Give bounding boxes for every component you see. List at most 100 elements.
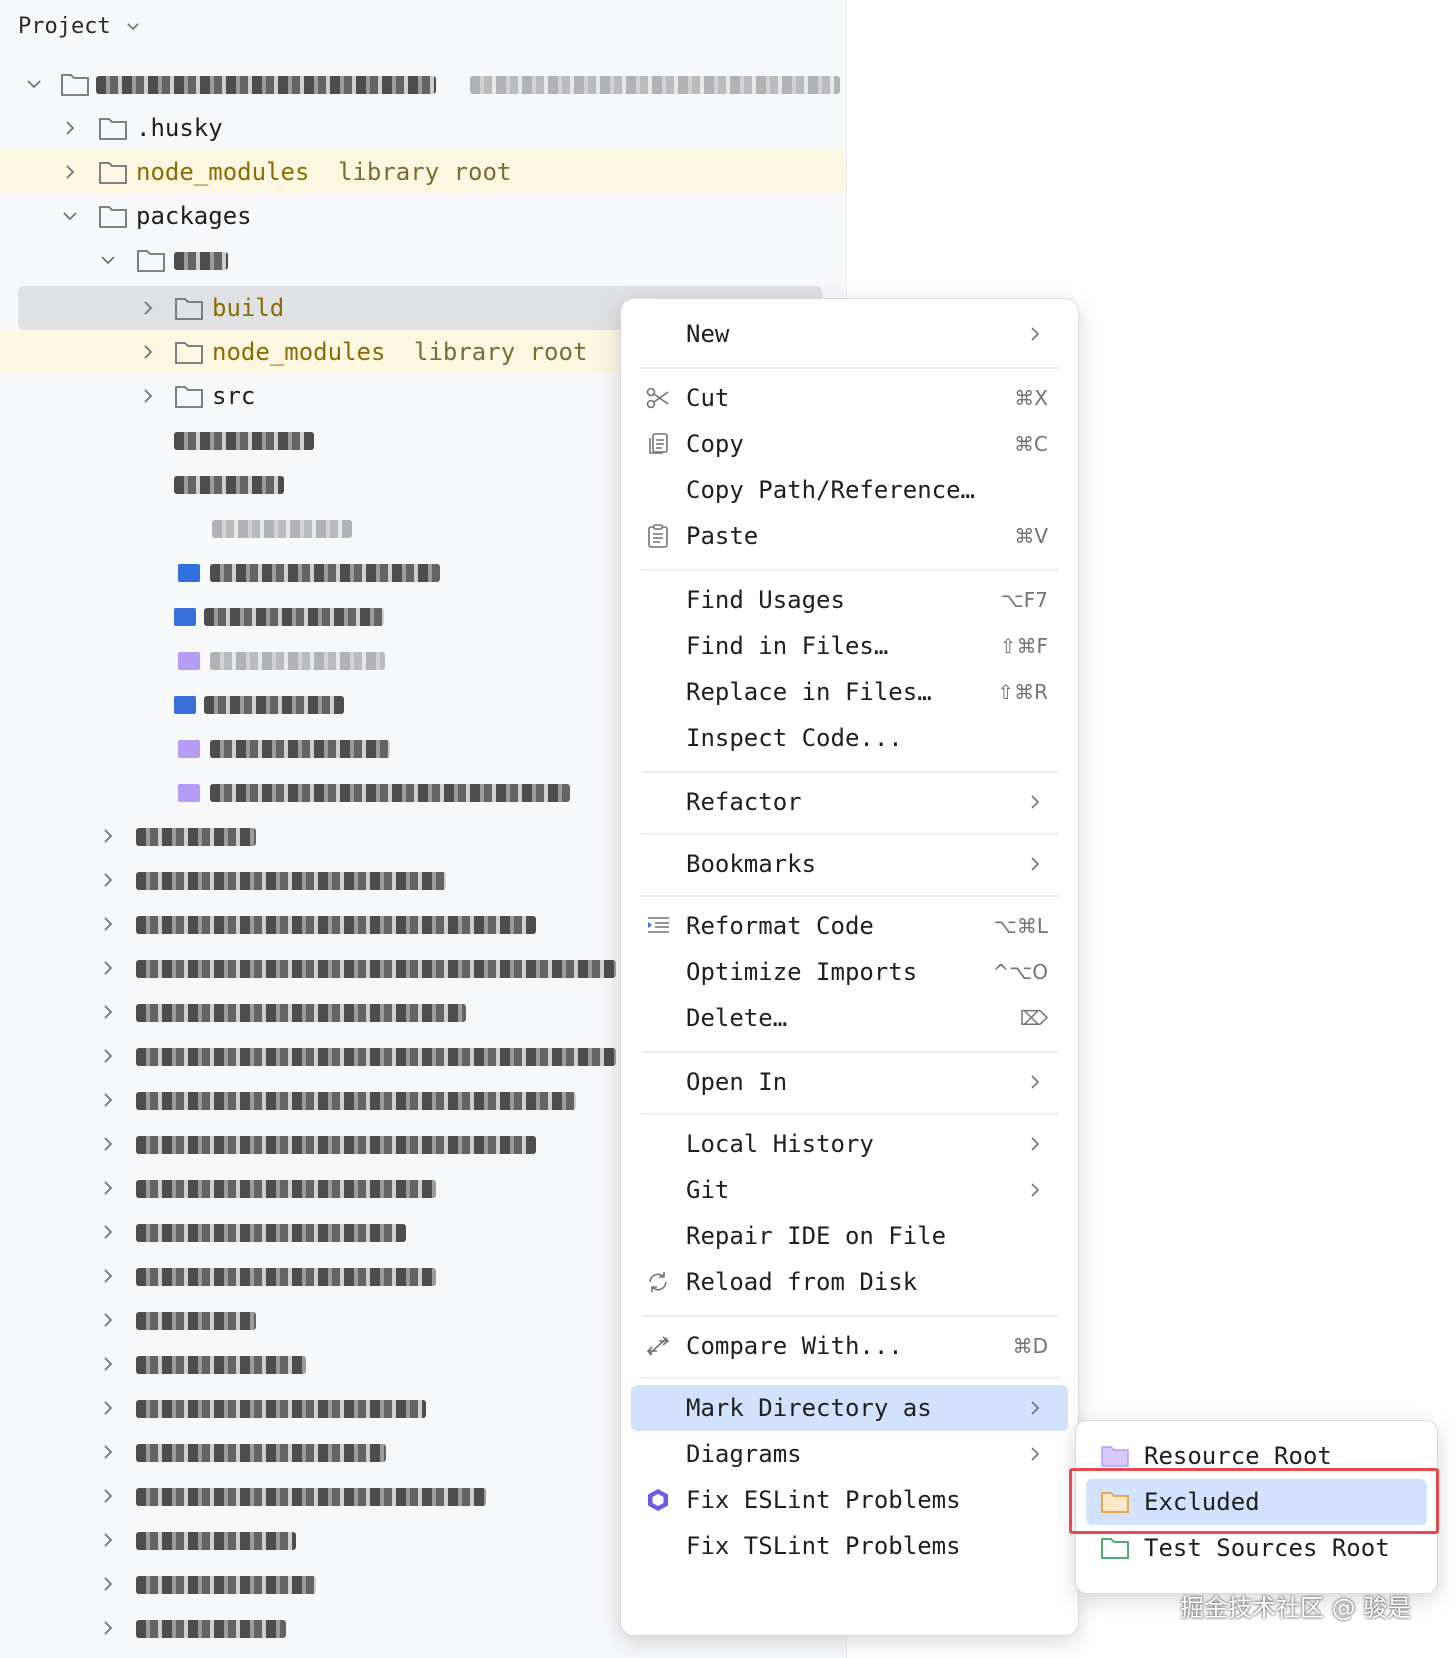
- menu-item-diagrams[interactable]: Diagrams: [631, 1431, 1068, 1477]
- resource-root-folder-icon: [1101, 1446, 1129, 1467]
- eslint-icon: [648, 1489, 668, 1511]
- folder-icon: [61, 74, 89, 96]
- obscured-item: [136, 1400, 426, 1418]
- menu-item-find-usages[interactable]: Find Usages ⌥F7: [631, 577, 1068, 623]
- chevron-right-icon[interactable]: [98, 914, 118, 934]
- chevron-right-icon[interactable]: [98, 1486, 118, 1506]
- markdown-file-icon: [174, 696, 196, 714]
- menu-item-refactor[interactable]: Refactor: [631, 779, 1068, 825]
- menu-item-reformat-code[interactable]: Reformat Code ⌥⌘L: [631, 903, 1068, 949]
- chevron-right-icon[interactable]: [98, 1090, 118, 1110]
- chevron-right-icon[interactable]: [98, 1310, 118, 1330]
- chevron-down-icon: [127, 23, 139, 31]
- chevron-right-icon[interactable]: [98, 1398, 118, 1418]
- chevron-right-icon[interactable]: [98, 958, 118, 978]
- project-view-selector[interactable]: Project: [18, 8, 141, 44]
- obscured-item: [136, 1048, 616, 1066]
- chevron-right-icon[interactable]: [138, 342, 158, 362]
- obscured-item: [136, 1180, 436, 1198]
- tree-row-project-root[interactable]: [0, 62, 846, 106]
- tree-row-husky[interactable]: .husky: [0, 106, 846, 150]
- chevron-right-icon[interactable]: [98, 1574, 118, 1594]
- chevron-right-icon[interactable]: [98, 1046, 118, 1066]
- folder-icon: [99, 162, 127, 184]
- menu-item-label: Compare With...: [686, 1332, 903, 1360]
- chevron-right-icon: [1031, 1183, 1040, 1197]
- chevron-right-icon[interactable]: [98, 1134, 118, 1154]
- chevron-right-icon[interactable]: [98, 870, 118, 890]
- menu-item-cut[interactable]: Cut ⌘X: [631, 375, 1068, 421]
- menu-item-open-in[interactable]: Open In: [631, 1059, 1068, 1105]
- menu-item-fix-tslint[interactable]: Fix TSLint Problems: [631, 1523, 1068, 1569]
- submenu-item-label: Resource Root: [1144, 1442, 1332, 1470]
- obscured-item: [136, 1620, 286, 1638]
- chevron-right-icon[interactable]: [98, 1442, 118, 1462]
- menu-item-label: Repair IDE on File: [686, 1222, 947, 1250]
- menu-item-new[interactable]: New: [631, 311, 1068, 357]
- tree-row-label: node_modules: [212, 338, 386, 366]
- menu-item-mark-directory-as[interactable]: Mark Directory as: [631, 1385, 1068, 1431]
- chevron-right-icon[interactable]: [98, 1178, 118, 1198]
- menu-separator: [641, 569, 1058, 571]
- chevron-right-icon[interactable]: [98, 1618, 118, 1638]
- menu-item-fix-eslint[interactable]: Fix ESLint Problems: [631, 1477, 1068, 1523]
- menu-item-reload-from-disk[interactable]: Reload from Disk: [631, 1259, 1068, 1305]
- tree-row-node-modules-root[interactable]: node_modules library root: [0, 150, 846, 194]
- menu-item-compare-with[interactable]: Compare With... ⌘D: [631, 1323, 1068, 1369]
- menu-item-optimize-imports[interactable]: Optimize Imports ^⌥O: [631, 949, 1068, 995]
- obscured-item: [136, 960, 616, 978]
- menu-separator: [641, 895, 1058, 897]
- tree-row-label: node_modules: [136, 158, 310, 186]
- obscured-item: [136, 1136, 536, 1154]
- folder-icon: [175, 386, 203, 408]
- chevron-right-icon[interactable]: [138, 298, 158, 318]
- menu-item-copy[interactable]: Copy ⌘C: [631, 421, 1068, 467]
- chevron-down-icon[interactable]: [60, 206, 80, 226]
- chevron-right-icon[interactable]: [98, 1530, 118, 1550]
- json-file-icon: [178, 784, 200, 802]
- menu-separator: [641, 1051, 1058, 1053]
- menu-item-find-in-files[interactable]: Find in Files… ⇧⌘F: [631, 623, 1068, 669]
- library-root-hint: library root: [338, 158, 512, 186]
- shortcut-label: ^⌥O: [992, 960, 1048, 984]
- test-sources-folder-icon: [1101, 1538, 1129, 1559]
- chevron-down-icon[interactable]: [98, 250, 118, 270]
- obscured-item: [136, 1532, 296, 1550]
- menu-item-local-history[interactable]: Local History: [631, 1121, 1068, 1167]
- folder-icon: [99, 206, 127, 228]
- folder-icon: [175, 298, 203, 320]
- chevron-right-icon[interactable]: [98, 1002, 118, 1022]
- obscured-item: [174, 432, 314, 450]
- chevron-right-icon[interactable]: [60, 118, 80, 138]
- submenu-item-label: Test Sources Root: [1144, 1534, 1390, 1562]
- chevron-right-icon[interactable]: [60, 162, 80, 182]
- chevron-right-icon[interactable]: [98, 826, 118, 846]
- chevron-right-icon: [1031, 1075, 1040, 1089]
- shortcut-label: ⌘V: [1014, 524, 1048, 548]
- obscured-package-name: [174, 252, 228, 270]
- chevron-right-icon[interactable]: [98, 1354, 118, 1374]
- menu-item-repair-ide[interactable]: Repair IDE on File: [631, 1213, 1068, 1259]
- obscured-item: [136, 1224, 406, 1242]
- obscured-item: [136, 828, 256, 846]
- chevron-right-icon: [1031, 1137, 1040, 1151]
- chevron-right-icon[interactable]: [138, 386, 158, 406]
- obscured-item: [210, 564, 440, 582]
- chevron-down-icon[interactable]: [24, 74, 44, 94]
- shortcut-label: ⌦: [1019, 1006, 1048, 1030]
- folder-icon: [137, 250, 165, 272]
- menu-item-git[interactable]: Git: [631, 1167, 1068, 1213]
- menu-item-inspect-code[interactable]: Inspect Code...: [631, 715, 1068, 761]
- menu-item-label: Local History: [686, 1130, 874, 1158]
- tree-row-label: .husky: [136, 114, 223, 142]
- tree-row-packages[interactable]: packages: [0, 194, 846, 238]
- chevron-right-icon[interactable]: [98, 1222, 118, 1242]
- tree-row-package[interactable]: [0, 238, 846, 282]
- obscured-project-name: [96, 76, 436, 94]
- menu-item-delete[interactable]: Delete… ⌦: [631, 995, 1068, 1041]
- menu-item-replace-in-files[interactable]: Replace in Files… ⇧⌘R: [631, 669, 1068, 715]
- menu-item-copy-path[interactable]: Copy Path/Reference…: [631, 467, 1068, 513]
- menu-item-bookmarks[interactable]: Bookmarks: [631, 841, 1068, 887]
- menu-item-paste[interactable]: Paste ⌘V: [631, 513, 1068, 559]
- chevron-right-icon[interactable]: [98, 1266, 118, 1286]
